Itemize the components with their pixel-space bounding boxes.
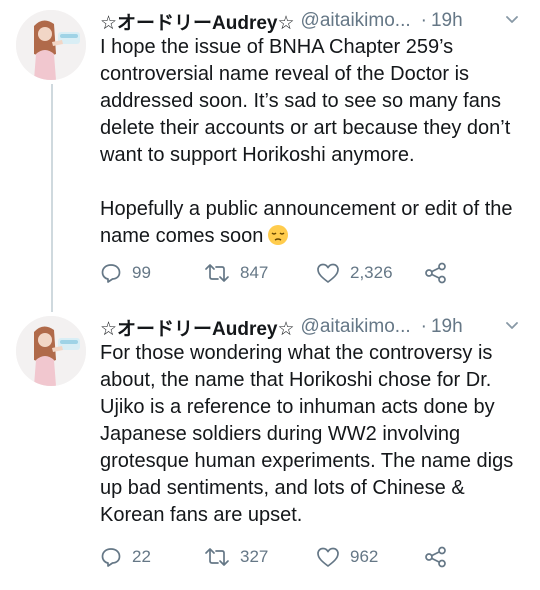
retweet-button[interactable]: 847 bbox=[204, 262, 316, 284]
share-button[interactable] bbox=[424, 262, 448, 284]
like-button[interactable]: 962 bbox=[316, 546, 424, 568]
avatar[interactable] bbox=[16, 10, 86, 80]
reply-count: 22 bbox=[132, 547, 151, 566]
like-count: 962 bbox=[350, 547, 379, 566]
retweet-button[interactable]: 327 bbox=[204, 546, 316, 568]
tweet-header: ☆オードリーAudrey☆ @aitaikimo... · 19h bbox=[100, 312, 530, 342]
tweet-text: I hope the issue of BNHA Chapter 259’s c… bbox=[100, 34, 530, 254]
share-icon bbox=[425, 262, 446, 284]
tweet-actions: 22 327 962 bbox=[100, 544, 500, 570]
display-name[interactable]: ☆オードリーAudrey☆ bbox=[100, 314, 295, 341]
heart-icon bbox=[317, 263, 339, 283]
handle[interactable]: @aitaikimo... bbox=[301, 316, 411, 338]
pensive-face-emoji bbox=[267, 224, 289, 254]
retweet-count: 847 bbox=[240, 263, 269, 282]
tweet-header: ☆オードリーAudrey☆ @aitaikimo... · 19h bbox=[100, 6, 530, 36]
retweet-icon bbox=[205, 264, 229, 282]
reply-button[interactable]: 99 bbox=[100, 262, 204, 284]
separator-dot: · bbox=[420, 316, 427, 337]
separator-dot: · bbox=[420, 10, 427, 31]
reply-button[interactable]: 22 bbox=[100, 546, 204, 568]
retweet-icon bbox=[205, 548, 229, 566]
reply-icon bbox=[101, 264, 121, 283]
display-name[interactable]: ☆オードリーAudrey☆ bbox=[100, 8, 295, 35]
tweet-actions: 99 847 2,326 bbox=[100, 260, 500, 286]
tweet-text-content: I hope the issue of BNHA Chapter 259’s c… bbox=[100, 36, 513, 247]
tweet-text-content: For those wondering what the controversy… bbox=[100, 342, 514, 526]
tweet[interactable]: ☆オードリーAudrey☆ @aitaikimo... · 19h For th… bbox=[0, 306, 540, 590]
share-button[interactable] bbox=[424, 546, 448, 568]
chevron-down-icon[interactable] bbox=[504, 11, 520, 32]
share-icon bbox=[425, 546, 446, 568]
timestamp[interactable]: 19h bbox=[431, 10, 463, 32]
tweet-text: For those wondering what the controversy… bbox=[100, 340, 530, 529]
like-button[interactable]: 2,326 bbox=[316, 262, 424, 284]
tweet[interactable]: ☆オードリーAudrey☆ @aitaikimo... · 19h I hope… bbox=[0, 0, 540, 300]
reply-icon bbox=[101, 548, 121, 567]
handle[interactable]: @aitaikimo... bbox=[301, 10, 411, 32]
heart-icon bbox=[317, 547, 339, 567]
like-count: 2,326 bbox=[350, 263, 393, 282]
avatar[interactable] bbox=[16, 316, 86, 386]
reply-count: 99 bbox=[132, 263, 151, 282]
timestamp[interactable]: 19h bbox=[431, 316, 463, 338]
chevron-down-icon[interactable] bbox=[504, 317, 520, 338]
retweet-count: 327 bbox=[240, 547, 269, 566]
